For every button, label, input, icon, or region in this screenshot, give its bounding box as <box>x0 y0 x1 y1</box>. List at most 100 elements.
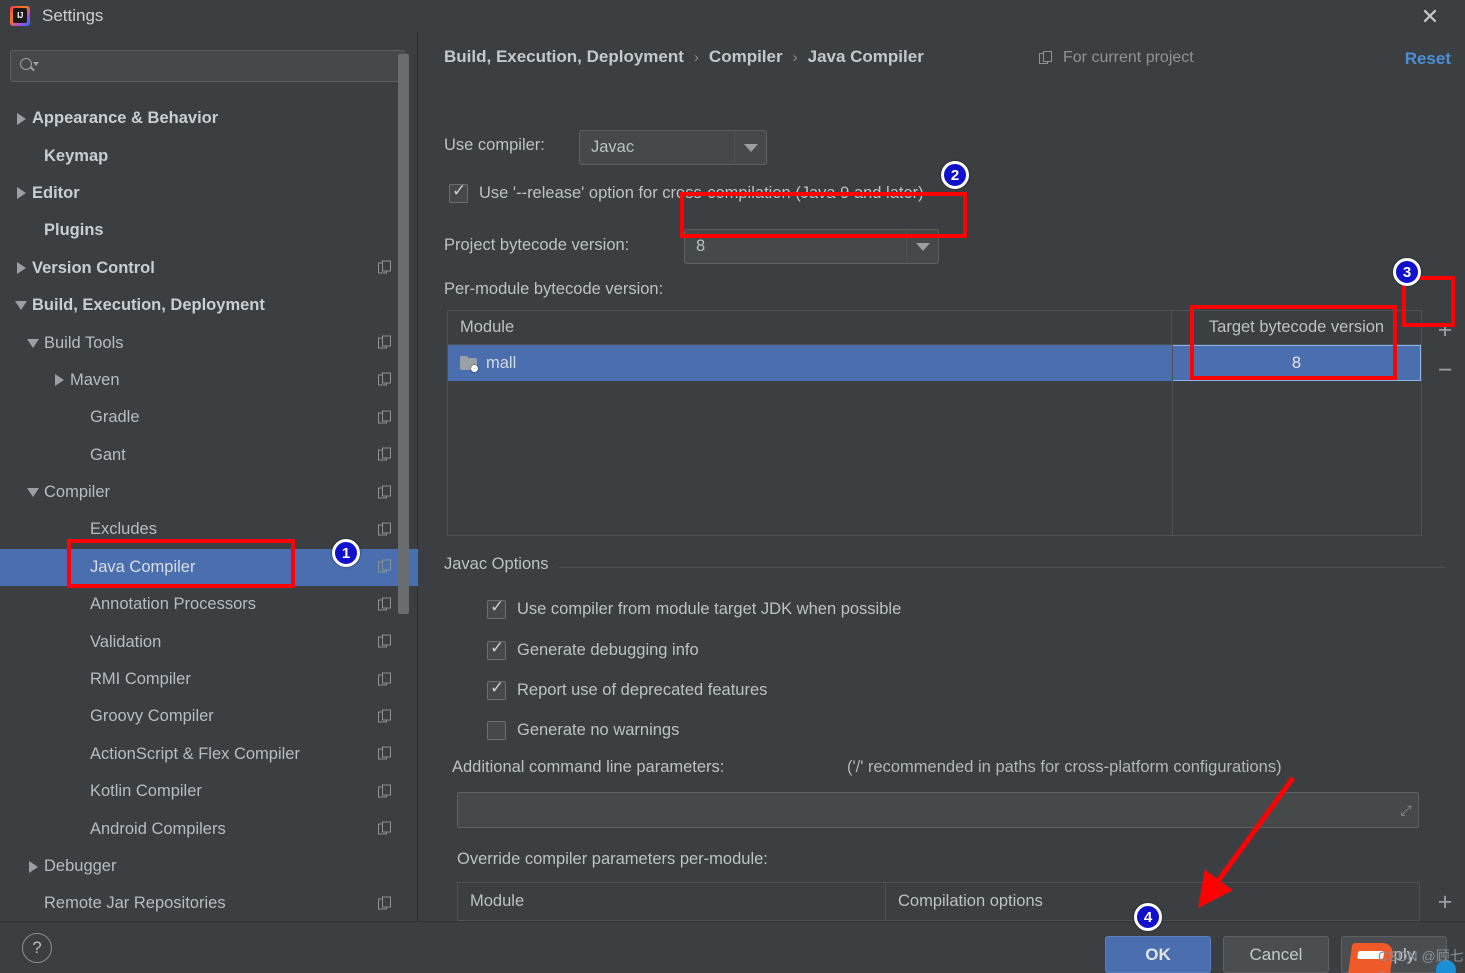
sidebar-item-version-control[interactable]: Version Control <box>0 250 418 287</box>
chevron-right-icon[interactable] <box>10 112 32 125</box>
sidebar-item-label: Appearance & Behavior <box>32 109 219 128</box>
javac-option-use-target-jdk[interactable]: Use compiler from module target JDK when… <box>487 597 902 619</box>
cell-target-bytecode[interactable]: 8 <box>1172 345 1421 381</box>
javac-option-label: Generate debugging info <box>517 641 699 659</box>
sidebar-item-label: Remote Jar Repositories <box>44 894 226 913</box>
checkbox-check-icon <box>487 678 506 700</box>
chevron-right-icon[interactable] <box>10 187 32 200</box>
sidebar-item-appearance-behavior[interactable]: Appearance & Behavior <box>0 100 418 137</box>
expand-icon[interactable]: ⤢ <box>1394 793 1418 827</box>
sidebar-item-label: Version Control <box>32 258 155 277</box>
cancel-button[interactable]: Cancel <box>1223 936 1329 973</box>
sidebar-item-annotation-processors[interactable]: Annotation Processors <box>0 586 418 623</box>
annotation-badge-2: 2 <box>941 161 969 189</box>
reset-link[interactable]: Reset <box>1405 49 1451 69</box>
sidebar-item-build-tools[interactable]: Build Tools <box>0 324 418 361</box>
sidebar-item-label: Maven <box>70 370 120 389</box>
project-bytecode-label: Project bytecode version: <box>444 236 630 254</box>
sidebar-item-debugger[interactable]: Debugger <box>0 848 418 885</box>
scope-indicator: For current project <box>1039 49 1194 67</box>
override-params-label: Override compiler parameters per-module: <box>457 850 768 868</box>
additional-params-hint: ('/' recommended in paths for cross-plat… <box>847 758 1282 776</box>
search-input[interactable] <box>40 57 404 75</box>
add-module-button[interactable]: + <box>1427 310 1463 350</box>
breadcrumb-item-1[interactable]: Compiler <box>709 47 783 67</box>
sidebar-item-remote-jar-repositories[interactable]: Remote Jar Repositories <box>0 885 418 922</box>
copy-icon <box>378 447 393 463</box>
additional-params-field[interactable]: ⤢ <box>457 792 1419 828</box>
project-bytecode-dropdown[interactable]: 8 <box>684 229 939 264</box>
sidebar-item-label: Groovy Compiler <box>90 707 214 726</box>
sidebar-item-gradle[interactable]: Gradle <box>0 399 418 436</box>
javac-option-label: Report use of deprecated features <box>517 681 768 699</box>
ok-button[interactable]: OK <box>1105 936 1211 973</box>
copy-icon <box>378 746 393 762</box>
sidebar-item-validation[interactable]: Validation <box>0 623 418 660</box>
close-icon[interactable]: ✕ <box>1413 4 1447 30</box>
sidebar-item-label: Keymap <box>44 146 109 165</box>
sidebar-item-plugins[interactable]: Plugins <box>0 212 418 249</box>
search-box[interactable] <box>10 50 405 82</box>
chevron-right-icon[interactable] <box>10 262 32 275</box>
sidebar-item-label: ActionScript & Flex Compiler <box>90 744 300 763</box>
checkbox-empty-icon <box>487 721 506 740</box>
chevron-right-icon: › <box>693 48 699 66</box>
sidebar-item-keymap[interactable]: Keymap <box>0 137 418 174</box>
chevron-right-icon[interactable] <box>22 860 44 873</box>
annotation-badge-3: 3 <box>1393 258 1421 286</box>
sidebar-item-gant[interactable]: Gant <box>0 437 418 474</box>
sidebar-item-label: Validation <box>90 632 162 651</box>
annotation-badge-1: 1 <box>332 539 360 567</box>
settings-sidebar: Appearance & Behavior Keymap Editor Plugins… <box>0 32 418 921</box>
table-header: Module Target bytecode version <box>448 311 1421 345</box>
sidebar-item-label: Kotlin Compiler <box>90 782 202 801</box>
column-header-module: Module <box>448 311 1172 344</box>
sidebar-item-rmi-compiler[interactable]: RMI Compiler <box>0 661 418 698</box>
table-row[interactable]: mall 8 <box>448 345 1421 381</box>
additional-params-label: Additional command line parameters: <box>452 758 725 776</box>
sidebar-item-label: Debugger <box>44 857 117 875</box>
javac-option-generate-debugging-info[interactable]: Generate debugging info <box>487 638 699 660</box>
sidebar-item-build-execution-deployment[interactable]: Build, Execution, Deployment <box>0 287 418 324</box>
copy-icon <box>378 634 393 650</box>
chevron-right-icon[interactable] <box>48 374 70 387</box>
javac-option-label: Use compiler from module target JDK when… <box>517 600 902 618</box>
help-button[interactable]: ? <box>22 933 52 963</box>
javac-options-title: Javac Options <box>444 555 559 574</box>
sidebar-item-kotlin-compiler[interactable]: Kotlin Compiler <box>0 773 418 810</box>
per-module-bytecode-label: Per-module bytecode version: <box>444 280 664 298</box>
sidebar-item-android-compilers[interactable]: Android Compilers <box>0 810 418 847</box>
column-header-target-bytecode: Target bytecode version <box>1208 318 1385 336</box>
settings-tree[interactable]: Appearance & Behavior Keymap Editor Plugins… <box>0 100 418 953</box>
remove-module-button[interactable]: − <box>1427 350 1463 390</box>
main-content: Build, Execution, Deployment › Compiler … <box>419 32 1465 954</box>
sidebar-item-maven[interactable]: Maven <box>0 362 418 399</box>
sidebar-item-actionscript-flex-compiler[interactable]: ActionScript & Flex Compiler <box>0 736 418 773</box>
chevron-down-icon[interactable] <box>10 301 32 311</box>
sidebar-scrollbar[interactable] <box>398 54 409 614</box>
breadcrumb-item-0[interactable]: Build, Execution, Deployment <box>444 47 684 67</box>
javac-option-report-deprecated[interactable]: Report use of deprecated features <box>487 678 768 700</box>
use-compiler-value: Javac <box>591 138 635 156</box>
chevron-down-icon <box>734 131 766 164</box>
copy-icon <box>378 410 393 425</box>
chevron-down-icon[interactable] <box>22 488 44 498</box>
per-module-bytecode-table[interactable]: Module Target bytecode version mall 8 <box>447 310 1422 536</box>
use-release-option-checkbox[interactable]: Use '--release' option for cross-compila… <box>449 181 924 203</box>
chevron-down-icon <box>906 230 938 263</box>
sidebar-item-compiler[interactable]: Compiler <box>0 474 418 511</box>
intellij-logo-icon: IJ <box>10 6 30 26</box>
annotation-badge-4: 4 <box>1134 903 1162 931</box>
use-compiler-dropdown[interactable]: Javac <box>579 130 767 165</box>
add-override-button[interactable]: + <box>1427 882 1463 922</box>
copy-icon <box>378 559 393 575</box>
additional-params-input[interactable] <box>458 801 1394 819</box>
sidebar-item-groovy-compiler[interactable]: Groovy Compiler <box>0 698 418 735</box>
javac-option-no-warnings[interactable]: Generate no warnings <box>487 721 679 740</box>
sidebar-item-editor[interactable]: Editor <box>0 175 418 212</box>
chevron-down-icon[interactable] <box>22 338 44 348</box>
sidebar-item-label: Annotation Processors <box>90 595 257 614</box>
chevron-right-icon: › <box>792 48 798 66</box>
javac-option-label: Generate no warnings <box>517 721 680 739</box>
column-divider <box>1172 345 1173 535</box>
